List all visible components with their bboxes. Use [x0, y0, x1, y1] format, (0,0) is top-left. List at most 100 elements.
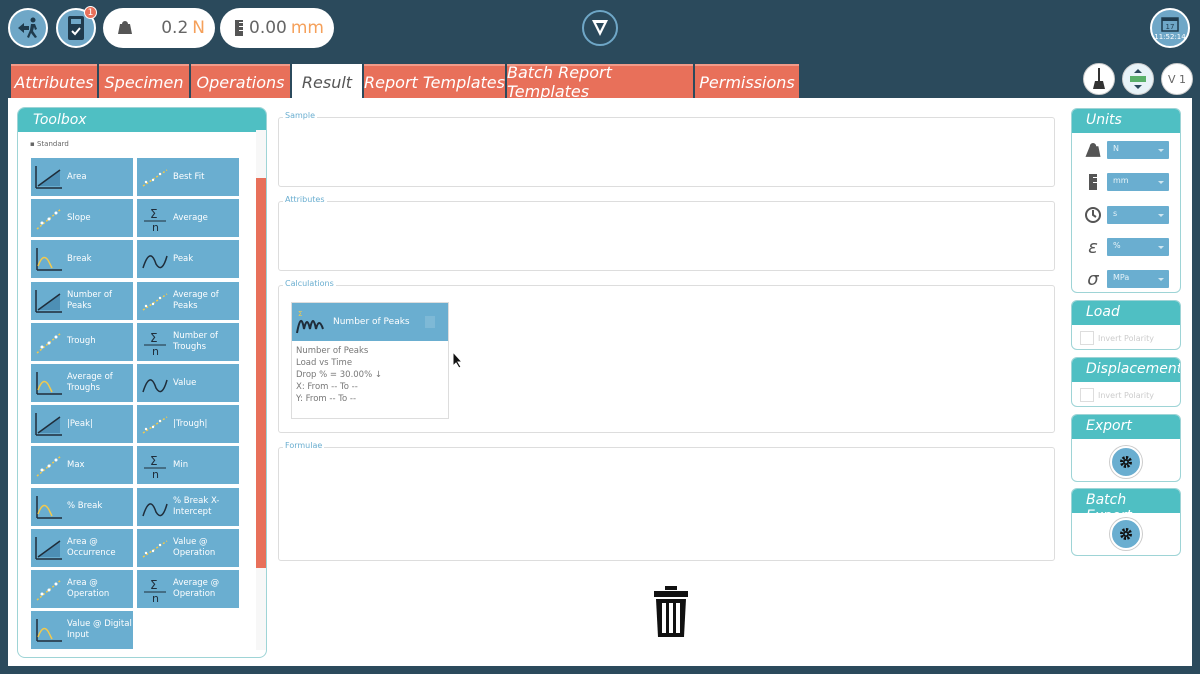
card-line: X: From -- To --	[296, 382, 358, 392]
toolbox-item-break-x-intercept[interactable]: % Break X-Intercept	[137, 487, 239, 526]
toolbox-item-value-operation[interactable]: Value @ Operation	[137, 528, 239, 567]
load-invert-polarity[interactable]: Invert Polarity	[1080, 331, 1154, 345]
toolbox-item-average-of-troughs[interactable]: Average of Troughs	[31, 364, 133, 402]
svg-text:n: n	[152, 592, 159, 604]
toolbox-item-break[interactable]: Break	[31, 240, 133, 279]
toolbox-item-best-fit[interactable]: Best Fit	[137, 158, 239, 196]
app-logo	[582, 10, 618, 46]
value-icon	[142, 379, 168, 393]
toolbox-group-standard[interactable]: ▪ Standard	[30, 140, 69, 148]
displacement-invert-polarity[interactable]: Invert Polarity	[1080, 388, 1154, 402]
calculation-card-body: Number of Peaks Load vs Time Drop % = 30…	[292, 341, 448, 409]
svg-text:n: n	[152, 468, 159, 480]
load-title: Load	[1072, 301, 1180, 325]
svg-text:Σ: Σ	[298, 310, 302, 318]
toolbox-item-slope[interactable]: Slope	[31, 199, 133, 238]
load-panel: Load Invert Polarity	[1071, 300, 1181, 350]
tab-specimen[interactable]: Specimen	[99, 64, 189, 98]
unit-select-time[interactable]: s	[1107, 206, 1169, 224]
trash-icon[interactable]	[652, 586, 690, 638]
fit-height-button[interactable]	[1122, 63, 1154, 95]
toolbox-item-peak[interactable]: |Peak|	[31, 405, 133, 444]
number-of-troughs-icon: Σn	[144, 331, 166, 357]
toolbox-item-area-occurrence[interactable]: Area @ Occurrence	[31, 528, 133, 567]
tab-operations[interactable]: Operations	[191, 64, 290, 98]
version-button[interactable]: V 1	[1161, 63, 1193, 95]
toolbox-item-label: Average of Troughs	[67, 372, 113, 393]
toolbox-item-trough[interactable]: |Trough|	[137, 405, 239, 444]
displacement-invert-checkbox[interactable]	[1080, 388, 1094, 402]
export-settings-button[interactable]	[1110, 446, 1142, 478]
peak-icon	[142, 255, 168, 269]
clean-button[interactable]	[1083, 63, 1115, 95]
toolbox-item-label: Average of Peaks	[173, 289, 219, 311]
broom-icon	[1093, 68, 1105, 89]
gear-icon	[1120, 528, 1132, 540]
toolbox-item-label: Min	[173, 459, 189, 470]
unit-row-load	[1082, 140, 1104, 160]
toolbox-item-number-of-peaks[interactable]: Number of Peaks	[31, 281, 133, 320]
toolbox-item-trough[interactable]: Trough	[31, 322, 133, 361]
toolbox-scrollbar[interactable]	[256, 178, 266, 568]
load-invert-checkbox[interactable]	[1080, 331, 1094, 345]
calendar-clock-button[interactable]: 17 11:52:14	[1150, 8, 1190, 48]
exit-button[interactable]	[8, 8, 48, 48]
toolbox-item-number-of-troughs[interactable]: Σn Number of Troughs	[137, 322, 239, 361]
card-line: Drop % = 30.00% ↓	[296, 370, 382, 380]
batch-export-title: Batch Export	[1072, 489, 1180, 524]
unit-select-stress[interactable]: MPa	[1107, 270, 1169, 288]
sample-panel-label: Sample	[283, 111, 317, 120]
toolbox-item-average-of-peaks[interactable]: Average of Peaks	[137, 281, 239, 320]
toolbox-title: Toolbox	[18, 108, 266, 132]
tab-result[interactable]: Result	[292, 64, 362, 98]
toolbox-item-area-operation[interactable]: Area @ Operation	[31, 570, 133, 608]
unit-select-load[interactable]: N	[1107, 141, 1169, 159]
clock-time: 11:52:14	[1154, 32, 1186, 41]
unit-select-displacement[interactable]: mm	[1107, 173, 1169, 191]
calculation-card[interactable]: Σ Number of Peaks Number of Peaks Load v…	[291, 302, 449, 419]
tab-batch-report-templates[interactable]: Batch Report Templates	[507, 63, 693, 101]
toolbox-item-value-digital-input[interactable]: Value @ Digital Input	[31, 611, 133, 650]
toolbox-item-average-operation[interactable]: Σn Average @ Operation	[137, 570, 239, 608]
average-operation-icon: Σn	[144, 578, 166, 604]
card-line: Load vs Time	[296, 358, 353, 368]
toolbox-item-label: Number of Peaks	[67, 289, 113, 311]
displacement-unit: mm	[290, 18, 324, 38]
svg-text:n: n	[152, 221, 159, 233]
toolbox-item-max[interactable]: Max	[31, 446, 133, 485]
unit-select-strain[interactable]: %	[1107, 238, 1169, 256]
displacement-panel: Displacement Invert Polarity	[1071, 357, 1181, 407]
toolbox-item-average[interactable]: Σn Average	[137, 199, 239, 238]
notification-badge: 1	[84, 6, 97, 19]
toolbox-item-peak[interactable]: Peak	[137, 240, 239, 279]
tab-attributes[interactable]: Attributes	[11, 64, 97, 98]
toolbox-item-label: |Peak|	[67, 418, 93, 429]
units-panel: Units N mm s ε % σ MPa	[1071, 108, 1181, 293]
load-readout: 0.2 N	[103, 8, 215, 48]
batch-export-settings-button[interactable]	[1110, 518, 1142, 550]
best-fit-icon	[142, 169, 168, 187]
tab-permissions[interactable]: Permissions	[695, 64, 799, 98]
trough-icon	[36, 332, 62, 354]
toolbox-item-label: Value @ Operation	[173, 536, 216, 558]
ruler-icon	[235, 20, 243, 36]
toolbox-item-label: Peak	[173, 253, 194, 264]
tab-report-templates[interactable]: Report Templates	[364, 64, 505, 98]
toolbox-item-label: Average	[173, 212, 208, 223]
unit-row-stress: σ	[1082, 269, 1104, 290]
unit-row-time	[1082, 205, 1104, 225]
copy-icon[interactable]	[424, 315, 436, 329]
svg-text:Σ: Σ	[150, 331, 158, 345]
toolbox-item-break[interactable]: % Break	[31, 487, 133, 526]
fit-height-icon	[1130, 69, 1146, 89]
toolbox-item-label: Slope	[67, 212, 91, 223]
area-chart-icon	[35, 166, 62, 189]
average-of-peaks-icon	[142, 292, 168, 311]
svg-text:Σ: Σ	[150, 578, 158, 592]
toolbox-item-min[interactable]: Σn Min	[137, 446, 239, 485]
toolbox-item-label: Average @ Operation	[173, 578, 220, 599]
toolbox-item-value[interactable]: Value	[137, 364, 239, 402]
toolbox-item-area[interactable]: Area	[31, 158, 133, 196]
svg-text:Σ: Σ	[150, 454, 158, 468]
break-icon	[36, 248, 62, 272]
